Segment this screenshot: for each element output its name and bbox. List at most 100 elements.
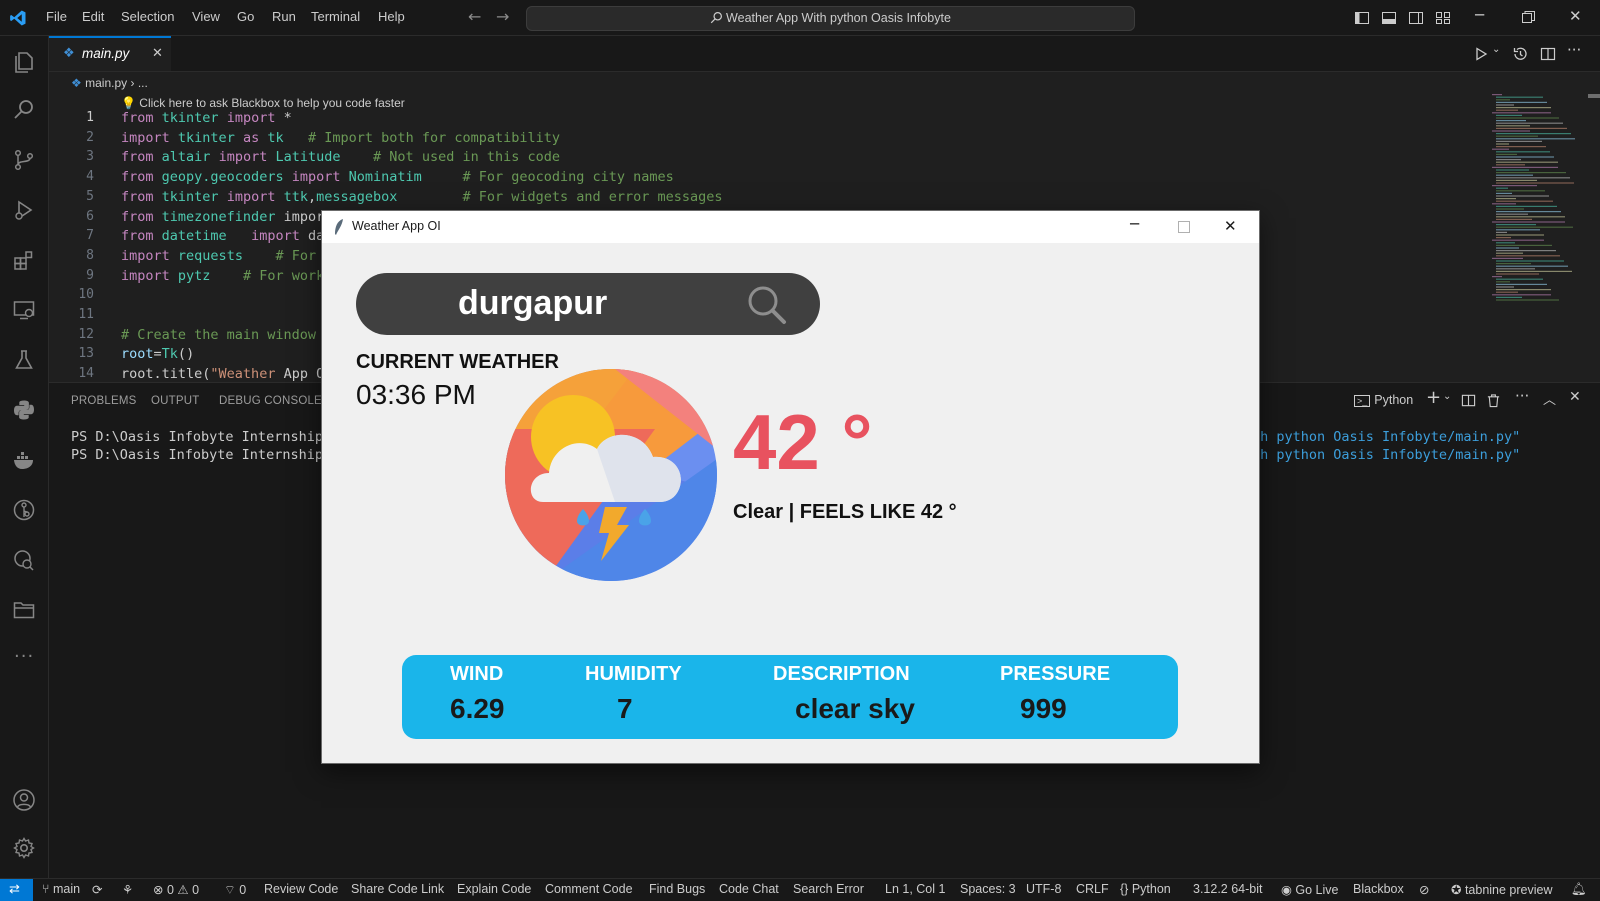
weather-close-icon[interactable]: ✕ [1224, 217, 1237, 235]
copilot-disabled-icon[interactable]: ⊘ [1419, 882, 1429, 897]
search-icon[interactable] [12, 98, 36, 122]
forward-arrow-icon[interactable]: → [496, 7, 509, 26]
ports-indicator[interactable]: ⌔ 0 [224, 882, 246, 898]
more-icon[interactable]: ··· [14, 646, 34, 667]
menu-view[interactable]: View [192, 9, 220, 24]
tab-close-icon[interactable]: ✕ [152, 46, 163, 61]
minimap-line [1496, 265, 1568, 267]
run-and-debug-icon[interactable] [12, 198, 36, 222]
python-interpreter[interactable]: 3.12.2 64-bit [1193, 882, 1263, 896]
terminal-label: Python [1374, 393, 1414, 407]
scrollbar-thumb[interactable] [1588, 94, 1600, 98]
line-number: 4 [86, 169, 94, 185]
problems-indicator[interactable]: ⊗ 0 ⚠ 0 [153, 882, 199, 897]
minimap-line [1496, 198, 1516, 200]
run-dropdown-icon[interactable]: ⌄ [1492, 44, 1500, 55]
menu-file[interactable]: File [46, 9, 67, 24]
remote-indicator[interactable]: ⇄ [0, 879, 33, 901]
trash-icon[interactable] [1486, 393, 1501, 408]
new-terminal-icon[interactable]: + [1426, 387, 1441, 408]
notifications-bell-icon[interactable]: 🔔︎ [1571, 882, 1587, 897]
close-panel-icon[interactable]: ✕ [1569, 389, 1581, 405]
blackbox-hint[interactable]: 💡 Click here to ask Blackbox to help you… [121, 96, 405, 110]
description-label: DESCRIPTION [773, 663, 910, 685]
command-center-search[interactable]: Weather App With python Oasis Infobyte [526, 6, 1135, 31]
python-icon[interactable] [12, 398, 36, 422]
terminal-dropdown-icon[interactable]: ⌄ [1443, 391, 1451, 402]
toggle-secondary-sidebar-icon[interactable] [1408, 10, 1424, 26]
minimap-line [1496, 192, 1512, 194]
close-window-icon[interactable]: ✕ [1569, 7, 1582, 25]
weather-maximize-icon[interactable] [1178, 221, 1190, 233]
split-editor-icon[interactable] [1540, 46, 1556, 62]
minimize-icon[interactable]: ─ [1475, 6, 1484, 24]
blackbox-status[interactable]: Blackbox [1353, 882, 1404, 896]
remote-explorer-icon[interactable] [12, 298, 36, 322]
accounts-icon[interactable] [12, 788, 36, 812]
customize-layout-icon[interactable] [1435, 10, 1451, 26]
minimap-line [1492, 203, 1516, 205]
code-chat-button[interactable]: Code Chat [719, 882, 779, 896]
docker-icon[interactable] [12, 448, 36, 472]
minimap-line [1492, 185, 1537, 187]
encoding[interactable]: UTF-8 [1026, 882, 1061, 896]
cursor-position[interactable]: Ln 1, Col 1 [885, 882, 945, 896]
sync-icon[interactable]: ⟳ [92, 882, 102, 897]
indentation[interactable]: Spaces: 3 [960, 882, 1016, 896]
terminal-selector[interactable]: >_ Python [1354, 393, 1413, 407]
end-of-line[interactable]: CRLF [1076, 882, 1109, 896]
minimap-line [1492, 94, 1502, 96]
breadcrumb-file[interactable]: main.py [85, 76, 127, 90]
language-mode[interactable]: {} Python [1120, 882, 1171, 896]
search-error-button[interactable]: Search Error [793, 882, 864, 896]
run-file-icon[interactable] [1473, 46, 1489, 62]
split-terminal-icon[interactable] [1461, 393, 1476, 408]
breadcrumb-rest[interactable]: ... [138, 76, 148, 90]
panel-more-icon[interactable]: ··· [1515, 387, 1529, 405]
menu-edit[interactable]: Edit [82, 9, 104, 24]
tab-debug-console[interactable]: DEBUG CONSOLE [219, 395, 322, 407]
explain-code-button[interactable]: Explain Code [457, 882, 531, 896]
branch-indicator[interactable]: ⑂ main [42, 882, 80, 896]
share-code-link-button[interactable]: Share Code Link [351, 882, 444, 896]
maximize-panel-icon[interactable]: ︿ [1543, 389, 1556, 408]
review-code-button[interactable]: Review Code [264, 882, 338, 896]
source-control-icon[interactable] [12, 148, 36, 172]
gitlens-status-icon[interactable]: ⚘ [122, 882, 133, 897]
menu-go[interactable]: Go [237, 9, 254, 24]
local-time: 03:36 PM [356, 379, 476, 410]
menu-terminal[interactable]: Terminal [311, 9, 360, 24]
search-settings-icon[interactable] [12, 548, 36, 572]
find-bugs-button[interactable]: Find Bugs [649, 882, 705, 896]
toggle-primary-sidebar-icon[interactable] [1354, 10, 1370, 26]
weather-window-titlebar[interactable]: Weather App OI ─ ✕ [322, 211, 1259, 243]
menu-selection[interactable]: Selection [121, 9, 174, 24]
minimap-line [1492, 130, 1530, 132]
explorer-icon[interactable] [12, 50, 36, 74]
tab-output[interactable]: OUTPUT [151, 395, 199, 407]
tabnine-status[interactable]: ✪ tabnine preview [1451, 882, 1553, 897]
search-icon[interactable] [747, 285, 787, 325]
gear-icon[interactable] [12, 836, 36, 860]
tab-problems[interactable]: PROBLEMS [71, 395, 137, 407]
menu-run[interactable]: Run [272, 9, 296, 24]
more-actions-icon[interactable]: ··· [1567, 41, 1581, 59]
back-arrow-icon[interactable]: ← [468, 7, 481, 26]
city-search-input[interactable] [458, 281, 738, 325]
menu-help[interactable]: Help [378, 9, 405, 24]
extensions-icon[interactable] [12, 248, 36, 272]
gitlens-icon[interactable] [12, 498, 36, 522]
minimap-line [1492, 112, 1551, 114]
tab-main-py[interactable]: ❖ main.py ✕ [49, 36, 171, 71]
toggle-panel-icon[interactable] [1381, 10, 1397, 26]
minimap[interactable] [1490, 94, 1590, 316]
wind-value: 6.29 [450, 693, 505, 724]
timeline-icon[interactable] [1512, 46, 1528, 62]
weather-minimize-icon[interactable]: ─ [1130, 215, 1139, 233]
branch-name: main [52, 882, 81, 896]
testing-icon[interactable] [12, 348, 36, 372]
go-live-button[interactable]: ◉ Go Live [1281, 882, 1338, 897]
comment-code-button[interactable]: Comment Code [545, 882, 633, 896]
folder-icon[interactable] [12, 598, 36, 622]
restore-icon[interactable] [1522, 11, 1535, 24]
